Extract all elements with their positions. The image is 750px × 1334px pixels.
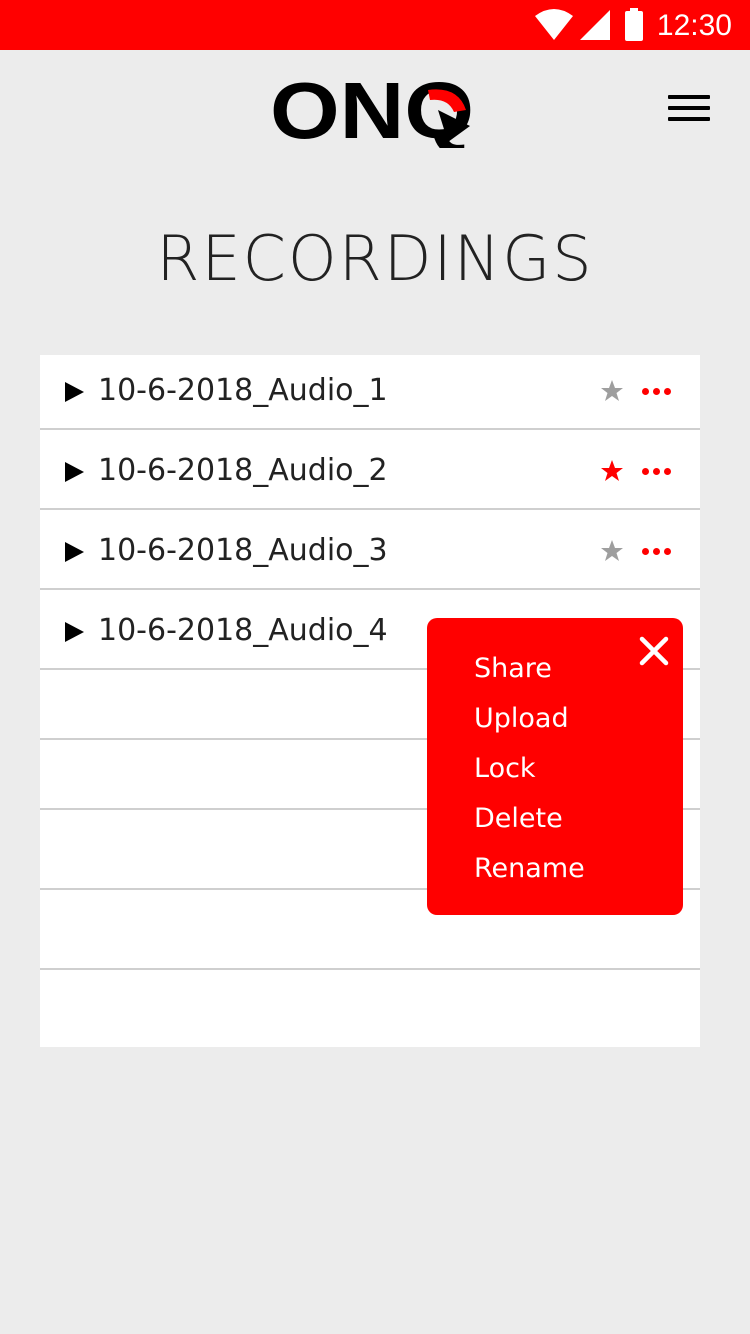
- battery-icon: [625, 8, 643, 41]
- star-icon[interactable]: [600, 459, 624, 483]
- star-icon[interactable]: [600, 539, 624, 563]
- star-icon[interactable]: [600, 379, 624, 403]
- recording-row[interactable]: 10-6-2018_Audio_2: [40, 430, 700, 510]
- status-bar: 12:30: [0, 0, 750, 50]
- wifi-icon: [535, 9, 573, 40]
- close-icon[interactable]: [639, 636, 669, 666]
- logo-text: ONQ: [270, 76, 474, 148]
- recording-row[interactable]: 10-6-2018_Audio_3: [40, 510, 700, 590]
- hamburger-icon[interactable]: [668, 95, 710, 125]
- recording-name: 10-6-2018_Audio_4: [98, 613, 388, 648]
- signal-icon: [580, 10, 610, 40]
- recording-name: 10-6-2018_Audio_3: [98, 533, 388, 568]
- empty-row: [40, 970, 700, 1047]
- page-title: RECORDINGS: [156, 222, 594, 295]
- more-options-icon[interactable]: [642, 468, 672, 476]
- context-menu: Share Upload Lock Delete Rename: [427, 618, 683, 915]
- menu-item-delete[interactable]: Delete: [474, 802, 563, 836]
- play-icon[interactable]: [65, 382, 84, 402]
- menu-item-upload[interactable]: Upload: [474, 702, 569, 736]
- status-time: 12:30: [656, 9, 732, 42]
- play-icon[interactable]: [65, 622, 84, 642]
- play-icon[interactable]: [65, 542, 84, 562]
- recording-name: 10-6-2018_Audio_2: [98, 453, 388, 488]
- menu-item-share[interactable]: Share: [474, 652, 552, 686]
- more-options-icon[interactable]: [642, 388, 672, 396]
- recording-name: 10-6-2018_Audio_1: [98, 373, 388, 408]
- play-icon[interactable]: [65, 462, 84, 482]
- more-options-icon[interactable]: [642, 548, 672, 556]
- menu-item-lock[interactable]: Lock: [474, 752, 536, 786]
- menu-item-rename[interactable]: Rename: [474, 852, 585, 886]
- onq-logo: ONQ: [270, 76, 474, 148]
- recording-row[interactable]: 10-6-2018_Audio_1: [40, 355, 700, 430]
